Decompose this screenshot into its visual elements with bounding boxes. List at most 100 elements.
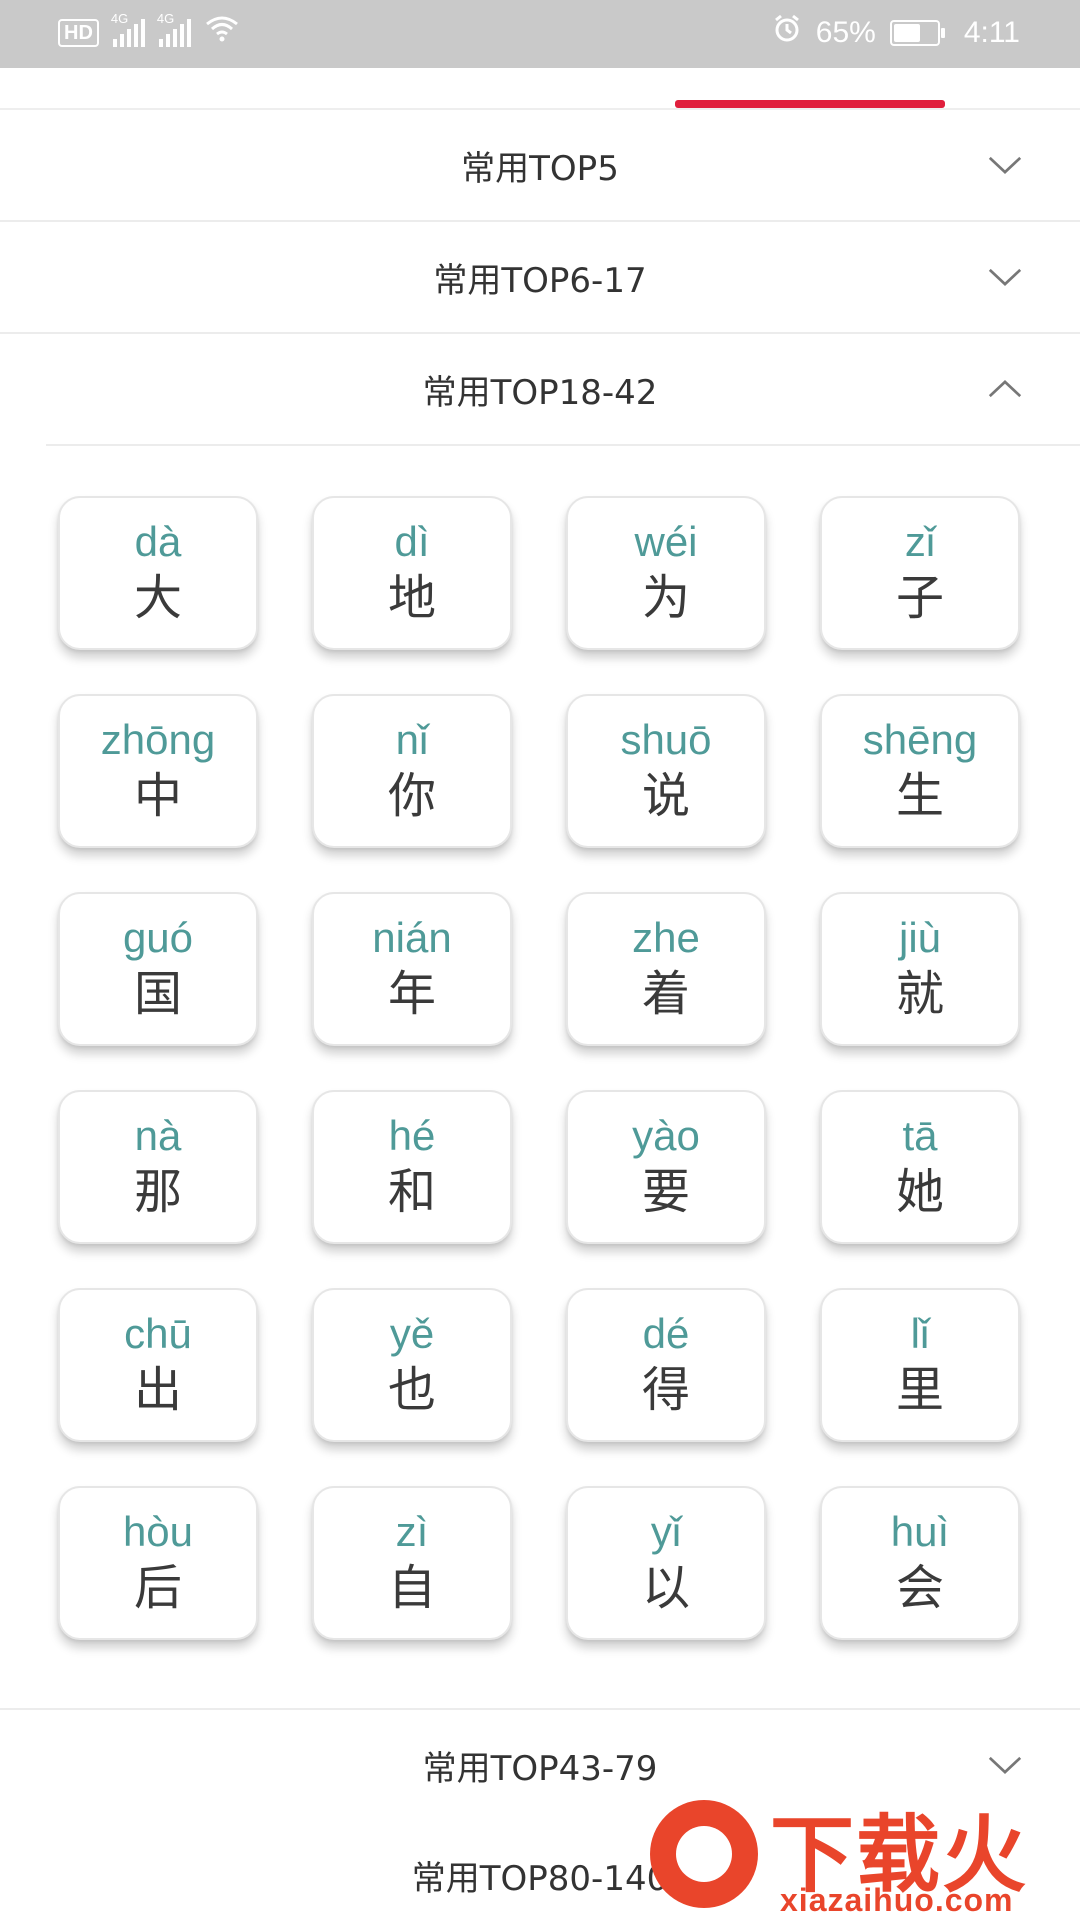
pinyin-label: shēng xyxy=(862,716,978,763)
section-title: 常用TOP80-140 xyxy=(411,1858,669,1899)
hanzi-label: 说 xyxy=(641,768,690,824)
character-card[interactable]: hé 和 xyxy=(312,1090,512,1244)
battery-icon xyxy=(889,20,945,46)
watermark-logo: 下载火 xiazaihuo.com xyxy=(640,1780,1080,1920)
alarm-icon xyxy=(772,14,802,52)
pinyin-label: lǐ xyxy=(910,1310,930,1357)
status-left: HD 4G 4G xyxy=(58,11,239,47)
character-card[interactable]: huì 会 xyxy=(820,1486,1020,1640)
character-card[interactable]: shēng 生 xyxy=(820,694,1020,848)
hanzi-label: 里 xyxy=(895,1362,944,1418)
hanzi-label: 子 xyxy=(895,570,944,626)
divider xyxy=(46,444,1080,446)
chevron-down-icon xyxy=(988,1748,1022,1782)
hanzi-label: 以 xyxy=(641,1560,690,1616)
character-card[interactable]: chū 出 xyxy=(58,1288,258,1442)
active-tab-indicator xyxy=(675,100,945,108)
character-card[interactable]: yě 也 xyxy=(312,1288,512,1442)
pinyin-label: wéi xyxy=(634,518,698,565)
status-bar: HD 4G 4G 65% 4:11 xyxy=(0,0,1080,68)
pinyin-label: jiù xyxy=(898,914,942,961)
character-card[interactable]: zhe 着 xyxy=(566,892,766,1046)
signal-icon: 4G xyxy=(111,11,145,47)
character-grid: dà 大 dì 地 wéi 为 zǐ 子 zhōng 中 nǐ 你 shuō 说 shēng 生 guó 国 niá… xyxy=(58,496,1022,1640)
hanzi-label: 自 xyxy=(387,1560,436,1616)
hanzi-label: 你 xyxy=(387,768,436,824)
hanzi-label: 出 xyxy=(133,1362,182,1418)
character-card[interactable]: nián 年 xyxy=(312,892,512,1046)
pinyin-label: hòu xyxy=(122,1508,194,1555)
section-title: 常用TOP43-79 xyxy=(422,1748,658,1789)
character-card[interactable]: nà 那 xyxy=(58,1090,258,1244)
watermark-url: xiazaihuo.com xyxy=(780,1882,1014,1918)
character-card[interactable]: zì 自 xyxy=(312,1486,512,1640)
chevron-down-icon xyxy=(988,260,1022,294)
character-card[interactable]: hòu 后 xyxy=(58,1486,258,1640)
hanzi-label: 着 xyxy=(641,966,690,1022)
section-header-top6-17[interactable]: 常用TOP6-17 xyxy=(0,222,1080,334)
pinyin-label: yě xyxy=(389,1310,435,1357)
chevron-down-icon xyxy=(988,148,1022,182)
hanzi-label: 那 xyxy=(133,1164,182,1220)
pinyin-label: guó xyxy=(122,914,194,961)
hanzi-label: 要 xyxy=(641,1164,690,1220)
character-card[interactable]: dà 大 xyxy=(58,496,258,650)
pinyin-label: yào xyxy=(632,1112,700,1159)
pinyin-label: chū xyxy=(124,1310,192,1357)
character-card[interactable]: nǐ 你 xyxy=(312,694,512,848)
character-card[interactable]: yào 要 xyxy=(566,1090,766,1244)
section-title: 常用TOP18-42 xyxy=(422,372,658,413)
pinyin-label: nǐ xyxy=(395,716,429,763)
character-card[interactable]: zhōng 中 xyxy=(58,694,258,848)
hanzi-label: 也 xyxy=(387,1362,436,1418)
hanzi-label: 得 xyxy=(641,1362,690,1418)
pinyin-label: zhōng xyxy=(100,716,216,763)
pinyin-label: huì xyxy=(890,1508,950,1555)
hanzi-label: 中 xyxy=(133,768,182,824)
hanzi-label: 和 xyxy=(387,1164,436,1220)
section-header-top5[interactable]: 常用TOP5 xyxy=(0,110,1080,222)
chevron-up-icon xyxy=(988,372,1022,406)
pinyin-label: dé xyxy=(642,1310,690,1357)
hanzi-label: 为 xyxy=(641,570,690,626)
character-card[interactable]: shuō 说 xyxy=(566,694,766,848)
character-card[interactable]: zǐ 子 xyxy=(820,496,1020,650)
pinyin-label: zǐ xyxy=(904,518,936,565)
hd-icon: HD xyxy=(58,19,99,47)
pinyin-label: shuō xyxy=(620,716,712,763)
status-right: 65% 4:11 xyxy=(772,14,1020,52)
hanzi-label: 大 xyxy=(133,570,182,626)
pinyin-label: nián xyxy=(372,914,452,961)
hanzi-label: 生 xyxy=(895,768,944,824)
character-card[interactable]: lǐ 里 xyxy=(820,1288,1020,1442)
section-title: 常用TOP6-17 xyxy=(433,260,647,301)
character-card[interactable]: yǐ 以 xyxy=(566,1486,766,1640)
character-card[interactable]: guó 国 xyxy=(58,892,258,1046)
pinyin-label: dì xyxy=(394,518,430,565)
pinyin-label: dà xyxy=(134,518,182,565)
section-title: 常用TOP5 xyxy=(461,148,619,189)
pinyin-label: nà xyxy=(134,1112,182,1159)
character-card[interactable]: jiù 就 xyxy=(820,892,1020,1046)
hanzi-label: 就 xyxy=(895,966,944,1022)
hanzi-label: 国 xyxy=(133,966,182,1022)
hanzi-label: 她 xyxy=(895,1164,944,1220)
pinyin-label: zì xyxy=(395,1508,429,1555)
battery-percent: 65% xyxy=(815,16,876,49)
clock: 4:11 xyxy=(963,16,1020,49)
wifi-icon xyxy=(205,14,239,47)
pinyin-label: yǐ xyxy=(650,1508,682,1555)
hanzi-label: 后 xyxy=(133,1560,182,1616)
hanzi-label: 会 xyxy=(895,1560,944,1616)
character-card[interactable]: dé 得 xyxy=(566,1288,766,1442)
section-header-top18-42[interactable]: 常用TOP18-42 xyxy=(0,334,1080,444)
hanzi-label: 地 xyxy=(387,570,436,626)
character-card[interactable]: wéi 为 xyxy=(566,496,766,650)
character-card[interactable]: tā 她 xyxy=(820,1090,1020,1244)
pinyin-label: hé xyxy=(388,1112,436,1159)
hanzi-label: 年 xyxy=(387,966,436,1022)
character-card[interactable]: dì 地 xyxy=(312,496,512,650)
pinyin-label: tā xyxy=(902,1112,938,1159)
pinyin-label: zhe xyxy=(632,914,700,961)
signal-icon: 4G xyxy=(157,11,191,47)
